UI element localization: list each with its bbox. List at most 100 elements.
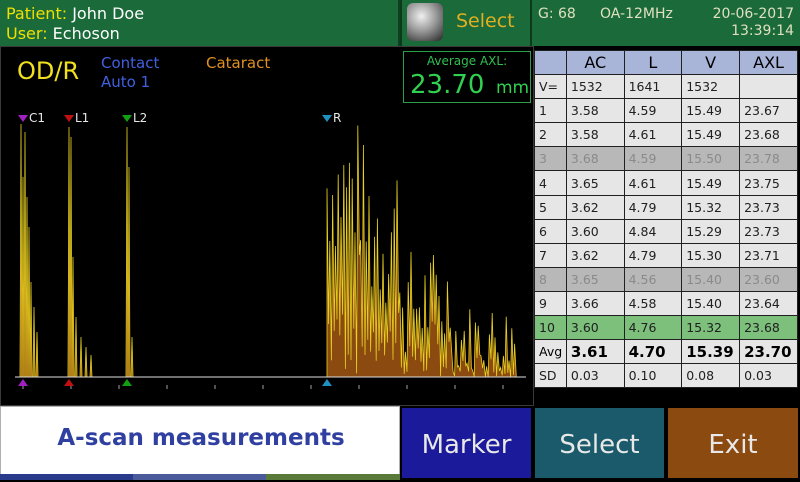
table-row[interactable]: 8 3.65 4.56 15.40 23.60	[534, 266, 798, 292]
sd-ac: 0.03	[565, 363, 625, 389]
sd-axl: 0.03	[739, 363, 798, 389]
select-button[interactable]: Select	[533, 406, 666, 480]
marker-button[interactable]: Marker	[400, 406, 533, 480]
sd-l: 0.10	[623, 363, 683, 389]
row-index: 1	[534, 98, 567, 124]
cell-ac: 3.58	[565, 98, 625, 124]
table-row[interactable]: 9 3.66 4.58 15.40 23.64	[534, 290, 798, 317]
title-underline-3	[266, 474, 400, 480]
table-row[interactable]: 7 3.62 4.79 15.30 23.71	[534, 242, 798, 268]
column-header-ac: AC	[565, 49, 625, 76]
row-index: 7	[534, 242, 567, 268]
table-row[interactable]: 10 3.60 4.76 15.32 23.68	[534, 315, 798, 341]
device-info-panel: G: 68 OA-12MHz 20-06-2017 13:39:14	[532, 0, 800, 46]
cell-axl: 23.73	[739, 194, 798, 220]
avg-label: Avg	[534, 339, 567, 365]
velocity-v: 1532	[681, 74, 741, 100]
cell-axl: 23.71	[739, 242, 798, 268]
cell-axl: 23.68	[739, 315, 798, 341]
table-row[interactable]: 5 3.62 4.79 15.32 23.73	[534, 194, 798, 220]
cell-l: 4.61	[623, 122, 683, 148]
sd-row: SD 0.03 0.10 0.08 0.03	[534, 363, 798, 389]
marker-bottom-icon[interactable]	[122, 379, 132, 386]
marker-top-icon[interactable]	[322, 115, 332, 122]
cell-v: 15.49	[681, 98, 741, 124]
velocity-axl	[739, 74, 798, 100]
average-axl-title: Average AXL:	[426, 54, 508, 68]
exit-button[interactable]: Exit	[666, 406, 800, 480]
table-row[interactable]: 3 3.68 4.59 15.50 23.78	[534, 146, 798, 172]
title-underline-2	[133, 474, 266, 480]
table-row[interactable]: 4 3.65 4.61 15.49 23.75	[534, 170, 798, 196]
cell-v: 15.32	[681, 315, 741, 341]
cell-v: 15.50	[681, 146, 741, 172]
cell-l: 4.58	[623, 290, 683, 317]
screen-title: A-scan measurements	[57, 425, 345, 451]
avg-ac: 3.61	[565, 339, 625, 365]
marker-top-icon[interactable]	[64, 115, 74, 122]
table-row[interactable]: 6 3.60 4.84 15.29 23.73	[534, 218, 798, 244]
patient-info-panel: Patient: John Doe User: Echoson	[0, 0, 400, 46]
bottom-bar: A-scan measurements Marker Select Exit	[0, 406, 800, 480]
measurement-table-panel: AC L V AXL V= 1532 1641 1532 1 3.58 4.59 15…	[534, 46, 800, 402]
marker-label: L1	[75, 111, 89, 125]
cell-v: 15.40	[681, 290, 741, 317]
measurement-table: AC L V AXL V= 1532 1641 1532 1 3.58 4.59 15…	[534, 49, 798, 389]
cell-v: 15.30	[681, 242, 741, 268]
row-index: 4	[534, 170, 567, 196]
select-knob-button[interactable]: Select	[400, 0, 532, 46]
marker-bottom-icon[interactable]	[18, 379, 28, 386]
marker-label: R	[333, 111, 341, 125]
date-readout: 20-06-2017	[712, 6, 794, 22]
cell-ac: 3.66	[565, 290, 625, 317]
cell-v: 15.49	[681, 122, 741, 148]
cell-v: 15.29	[681, 218, 741, 244]
column-header-l: L	[623, 49, 683, 76]
velocity-ac: 1532	[565, 74, 625, 100]
user-name: Echoson	[52, 24, 120, 43]
marker-bottom-icon[interactable]	[322, 379, 332, 386]
cell-l: 4.76	[623, 315, 683, 341]
table-row[interactable]: 2 3.58 4.61 15.49 23.68	[534, 122, 798, 148]
patient-label: Patient:	[6, 4, 68, 23]
marker-bottom-icon[interactable]	[64, 379, 74, 386]
cell-ac: 3.65	[565, 266, 625, 292]
cell-axl: 23.60	[739, 266, 798, 292]
mode-auto-label: Auto 1	[101, 73, 151, 91]
cell-axl: 23.68	[739, 122, 798, 148]
velocity-row: V= 1532 1641 1532	[534, 74, 798, 100]
mode-contact-label: Contact	[101, 54, 160, 72]
cell-axl: 23.78	[739, 146, 798, 172]
gain-readout: G: 68	[538, 6, 576, 22]
cell-ac: 3.58	[565, 122, 625, 148]
cell-axl: 23.75	[739, 170, 798, 196]
cell-l: 4.79	[623, 194, 683, 220]
mode-cataract-label: Cataract	[206, 54, 271, 72]
marker-label: L2	[133, 111, 147, 125]
marker-top-icon[interactable]	[122, 115, 132, 122]
cell-v: 15.32	[681, 194, 741, 220]
velocity-l: 1641	[623, 74, 683, 100]
sd-label: SD	[534, 363, 567, 389]
table-row[interactable]: 1 3.58 4.59 15.49 23.67	[534, 98, 798, 124]
cell-l: 4.84	[623, 218, 683, 244]
marker-top-icon[interactable]	[18, 115, 28, 122]
average-axl-box: Average AXL: 23.70 mm	[403, 51, 531, 103]
row-index: 8	[534, 266, 567, 292]
cell-l: 4.56	[623, 266, 683, 292]
probe-readout: OA-12MHz	[600, 6, 673, 22]
velocity-label: V=	[534, 74, 567, 100]
sd-v: 0.08	[681, 363, 741, 389]
row-index: 5	[534, 194, 567, 220]
user-line: User: Echoson	[0, 24, 398, 44]
row-index: 2	[534, 122, 567, 148]
eye-label: OD/R	[17, 57, 80, 85]
waveform-trace	[19, 123, 517, 378]
cell-l: 4.79	[623, 242, 683, 268]
column-header-v: V	[681, 49, 741, 76]
cell-ac: 3.62	[565, 242, 625, 268]
avg-row: Avg 3.61 4.70 15.39 23.70	[534, 339, 798, 365]
avg-l: 4.70	[623, 339, 683, 365]
row-index: 3	[534, 146, 567, 172]
screen-title-panel: A-scan measurements	[0, 406, 400, 480]
